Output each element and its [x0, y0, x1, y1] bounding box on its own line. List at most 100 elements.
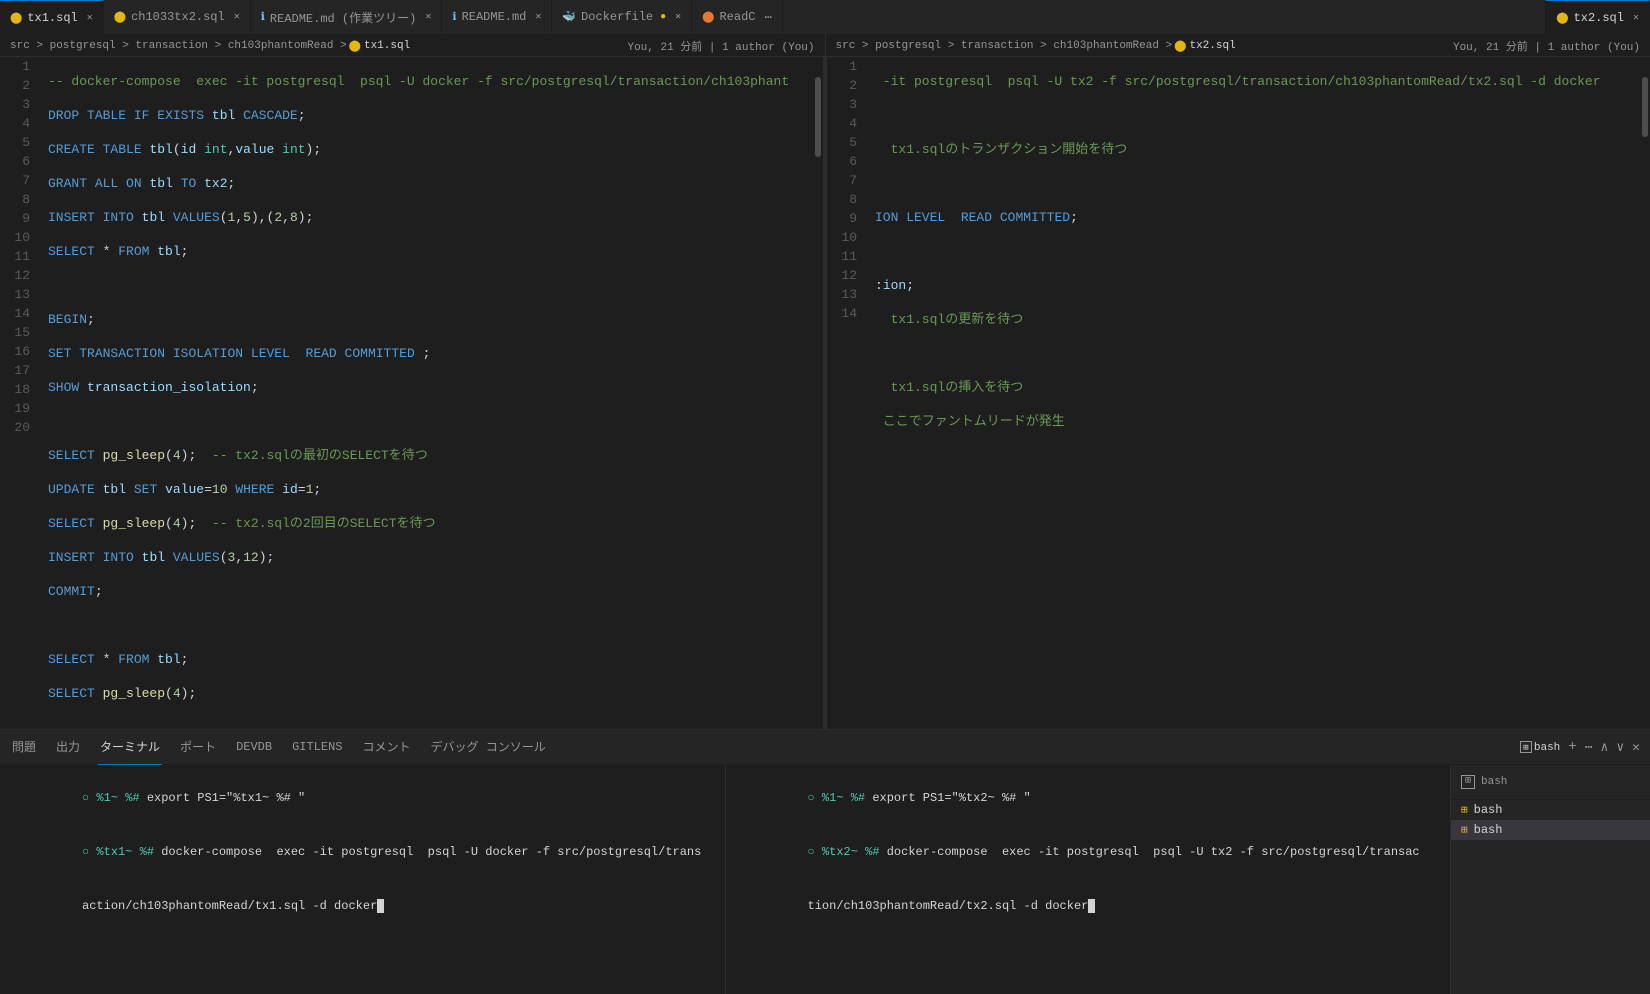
rcode-line-11: ここでファントムリードが発生 — [875, 412, 1640, 431]
code-line-15: INSERT INTO tbl VALUES(3,12); — [48, 548, 813, 567]
author-left: You, 21 分前 | 1 author (You) — [627, 38, 814, 54]
tab-close-dockerfile[interactable]: ✕ — [675, 11, 681, 23]
line-numbers-left: 12345 678910 1112131415 1617181920 — [0, 57, 40, 729]
tab-readc[interactable]: ⬤ ReadC ⋯ — [692, 0, 783, 35]
rcode-line-4 — [875, 174, 1640, 193]
panel-tab-gitlens[interactable]: GITLENS — [290, 730, 344, 765]
breadcrumb-file-left: ⬤ — [349, 39, 361, 53]
tab-label-tx2sql: tx2.sql — [1574, 11, 1624, 25]
code-line-8: BEGIN; — [48, 310, 813, 329]
tab-close-ch1033[interactable]: ✕ — [234, 11, 240, 23]
rcode-line-3: tx1.sqlのトランザクション開始を待つ — [875, 140, 1640, 159]
rcode-line-1: -it postgresql psql -U tx2 -f src/postgr… — [875, 72, 1640, 91]
breadcrumb-filename-right: tx2.sql — [1189, 40, 1235, 52]
code-line-11 — [48, 412, 813, 431]
panel-tab-label-mondai: 問題 — [12, 738, 36, 755]
scrollbar-thumb-left — [815, 77, 821, 157]
breadcrumb-filename-left: tx1.sql — [364, 40, 410, 52]
more-terminal-button[interactable]: ⋯ — [1585, 740, 1593, 755]
terminal-cmd-right-3: tion/ch103phantomRead/tx2.sql -d docker — [808, 899, 1089, 913]
tab-close-tx2sql[interactable]: ✕ — [1633, 12, 1639, 24]
scrollbar-thumb-right — [1642, 77, 1648, 137]
tab-tx1sql[interactable]: ⬤ tx1.sql ✕ — [0, 0, 104, 35]
tab-close-readme[interactable]: ✕ — [535, 11, 541, 23]
tab-ch1033tx2[interactable]: ⬤ ch1033tx2.sql ✕ — [104, 0, 251, 35]
tab-label-dockerfile: Dockerfile — [581, 10, 653, 24]
terminal-right[interactable]: ○ %1~ %# export PS1="%tx2~ %# " ○ %tx2~ … — [726, 765, 1451, 994]
sidebar-header: ⊞ bash — [1451, 765, 1650, 800]
breadcrumb-left: src > postgresql > transaction > ch103ph… — [0, 35, 826, 57]
breadcrumb-text-right: src > postgresql > transaction > ch103ph… — [836, 40, 1173, 52]
terminal-cmd-left-3: action/ch103phantomRead/tx1.sql -d docke… — [82, 899, 377, 913]
panel-tab-label-comment: コメント — [363, 738, 411, 755]
terminal-prompt-left-2: ○ %tx1~ %# — [82, 845, 161, 859]
terminal-line-right-3: tion/ch103phantomRead/tx2.sql -d docker — [736, 879, 1441, 933]
breadcrumb-right: src > postgresql > transaction > ch103ph… — [826, 35, 1650, 57]
up-terminal-button[interactable]: ∧ — [1601, 740, 1609, 755]
sidebar-item-label-2: bash — [1474, 823, 1503, 837]
code-line-14: SELECT pg_sleep(4); -- tx2.sqlの2回目のSELEC… — [48, 514, 813, 533]
panel-tab-label-gitlens: GITLENS — [292, 740, 342, 754]
terminal-icon-action: ⊞ — [1520, 741, 1532, 753]
code-line-7 — [48, 276, 813, 295]
tab-dockerfile[interactable]: 🐳 Dockerfile ● ✕ — [552, 0, 692, 35]
sidebar-item-bash-1[interactable]: ⊞ bash — [1451, 800, 1650, 820]
scrollbar-left[interactable] — [813, 57, 823, 729]
code-line-16: COMMIT; — [48, 582, 813, 601]
terminal-cmd-right-1: export PS1="%tx2~ %# " — [872, 791, 1030, 805]
code-line-18: SELECT * FROM tbl; — [48, 650, 813, 669]
panel-tab-shutsuryoku[interactable]: 出力 — [54, 730, 82, 765]
terminal-prompt-right-2: ○ %tx2~ %# — [808, 845, 887, 859]
close-panel-button[interactable]: ✕ — [1632, 740, 1640, 755]
panel-tab-comment[interactable]: コメント — [361, 730, 413, 765]
panel-tab-port[interactable]: ポート — [178, 730, 218, 765]
docker-icon: 🐳 — [562, 10, 576, 24]
panel-tab-devdb[interactable]: DEVDB — [234, 730, 274, 765]
code-line-6: SELECT * FROM tbl; — [48, 242, 813, 261]
tab-readme[interactable]: ℹ README.md ✕ — [442, 0, 552, 35]
tab-close-readme-sakuyo[interactable]: ✕ — [425, 11, 431, 23]
author-right: You, 21 分前 | 1 author (You) — [1453, 38, 1640, 54]
terminal-cmd-left-2: docker-compose exec -it postgresql psql … — [161, 845, 701, 859]
terminal-icon-item2: ⊞ — [1461, 823, 1468, 837]
tab-close-tx1sql[interactable]: ✕ — [87, 12, 93, 24]
rcode-line-8: tx1.sqlの更新を待つ — [875, 310, 1640, 329]
terminal-cursor-left — [377, 899, 384, 913]
scrollbar-right[interactable] — [1640, 57, 1650, 729]
rcode-line-5: ION LEVEL READ COMMITTED; — [875, 208, 1640, 227]
tab-label-ch1033: ch1033tx2.sql — [131, 10, 225, 24]
code-line-9: SET TRANSACTION ISOLATION LEVEL READ COM… — [48, 344, 813, 363]
code-content-right[interactable]: -it postgresql psql -U tx2 -f src/postgr… — [867, 57, 1640, 729]
code-line-12: SELECT pg_sleep(4); -- tx2.sqlの最初のSELECT… — [48, 446, 813, 465]
rcode-line-7: :ion; — [875, 276, 1640, 295]
rcode-line-14 — [875, 514, 1640, 533]
sidebar-item-label-1: bash — [1474, 803, 1503, 817]
info-icon2: ℹ — [452, 10, 456, 24]
code-line-10: SHOW transaction_isolation; — [48, 378, 813, 397]
down-terminal-button[interactable]: ∨ — [1616, 740, 1624, 755]
terminal-cmd-right-2: docker-compose exec -it postgresql psql … — [887, 845, 1420, 859]
breadcrumb-text-left: src > postgresql > transaction > ch103ph… — [10, 40, 347, 52]
code-line-1: -- docker-compose exec -it postgresql ps… — [48, 72, 813, 91]
rcode-line-13 — [875, 480, 1640, 499]
code-content-left[interactable]: -- docker-compose exec -it postgresql ps… — [40, 57, 813, 729]
code-container-left[interactable]: 12345 678910 1112131415 1617181920 -- do… — [0, 57, 823, 729]
code-line-2: DROP TABLE IF EXISTS tbl CASCADE; — [48, 106, 813, 125]
tab-tx2sql[interactable]: ⬤ tx2.sql ✕ — [1545, 0, 1650, 35]
panel-tab-terminal[interactable]: ターミナル — [98, 730, 162, 765]
more-tabs-icon[interactable]: ⋯ — [765, 10, 772, 25]
modified-dot: ● — [660, 12, 666, 23]
panel-tab-mondai[interactable]: 問題 — [10, 730, 38, 765]
add-terminal-button[interactable]: + — [1568, 739, 1576, 755]
breadcrumb-file-right: ⬤ — [1174, 39, 1186, 53]
sql-icon: ⬤ — [10, 11, 22, 25]
panel-tabs: 問題 出力 ターミナル ポート DEVDB GITLENS コメント デバッグ … — [0, 730, 1650, 765]
sidebar-item-bash-2[interactable]: ⊞ bash — [1451, 820, 1650, 840]
code-container-right[interactable]: 12345 678910 11121314 -it postgresql psq… — [827, 57, 1650, 729]
terminal-cursor-right — [1088, 899, 1095, 913]
terminal-left[interactable]: ○ %1~ %# export PS1="%tx1~ %# " ○ %tx1~ … — [0, 765, 726, 994]
panel-tab-debug[interactable]: デバッグ コンソール — [429, 730, 548, 765]
terminal-line-right-1: ○ %1~ %# export PS1="%tx2~ %# " — [736, 771, 1441, 825]
panel-tab-label-port: ポート — [180, 738, 216, 755]
tab-readme-sakuyo[interactable]: ℹ README.md (作業ツリー) ✕ — [251, 0, 443, 35]
